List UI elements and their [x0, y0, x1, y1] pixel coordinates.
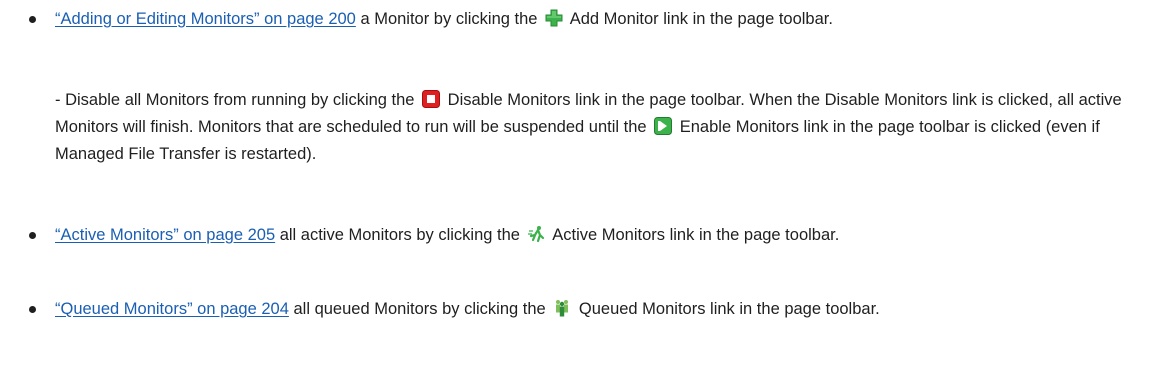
bullet-dot: [29, 306, 36, 313]
list-item-text: Queued Monitors link in the page toolbar…: [574, 300, 880, 318]
green-play-icon: [654, 117, 673, 135]
sub-item-disable-monitors: - Disable all Monitors from running by c…: [0, 87, 1167, 168]
red-stop-icon: [422, 90, 441, 108]
list-item-text: Active Monitors link in the page toolbar…: [548, 226, 840, 244]
bullet-dot: [29, 232, 36, 239]
bullet-dot: [29, 16, 36, 23]
running-person-icon: [527, 225, 546, 243]
sub-item-text: - Disable all Monitors from running by c…: [55, 91, 420, 109]
green-plus-icon: [545, 9, 563, 27]
list-item-text: all queued Monitors by clicking the: [288, 300, 551, 318]
link-active-monitors[interactable]: “Active Monitors” on page 205: [55, 226, 275, 244]
list-item-text: Add Monitor link in the page toolbar.: [566, 10, 833, 28]
list-item-text: all active Monitors by clicking the: [275, 226, 525, 244]
list-item-add-monitor: “Adding or Editing Monitors” on page 200…: [0, 6, 873, 33]
list-item-queued-monitors: “Queued Monitors” on page 204 all queued…: [0, 296, 920, 323]
list-item-text: a Monitor by clicking the: [355, 10, 543, 28]
queued-people-icon: [553, 299, 571, 317]
link-adding-editing-monitors[interactable]: “Adding or Editing Monitors” on page 200: [55, 10, 356, 28]
link-queued-monitors[interactable]: “Queued Monitors” on page 204: [55, 300, 289, 318]
list-item-active-monitors: “Active Monitors” on page 205 all active…: [0, 222, 879, 249]
